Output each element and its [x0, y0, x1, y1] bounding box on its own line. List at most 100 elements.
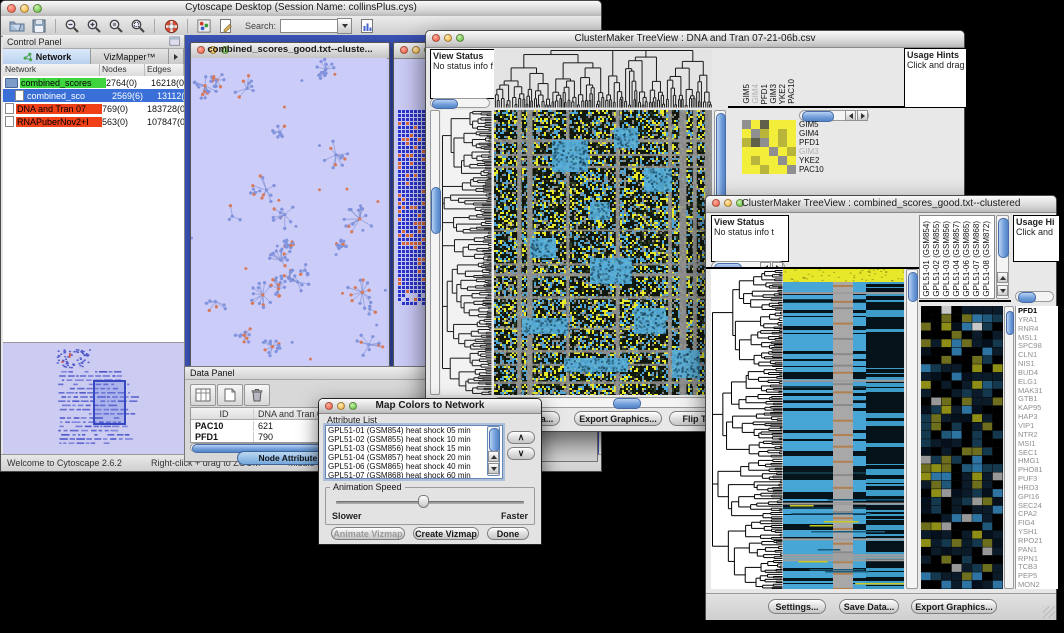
- network-list-row[interactable]: combined_sco2569(6)13112(15): [3, 89, 184, 102]
- treeview1-status-hscrollbar[interactable]: [430, 98, 490, 108]
- column-header-edges[interactable]: Edges: [145, 64, 184, 76]
- network-list-row[interactable]: combined_scores2764(0)16218(0): [3, 76, 184, 89]
- column-header-network[interactable]: Network: [3, 64, 100, 76]
- network-list-empty-area[interactable]: [3, 128, 184, 343]
- gene-list-item[interactable]: HMG1: [1018, 456, 1058, 465]
- gene-list-item[interactable]: RNR4: [1018, 324, 1058, 333]
- gene-list-item[interactable]: MSL1: [1018, 333, 1058, 342]
- gene-list-item[interactable]: SEC1: [1018, 448, 1058, 457]
- network-graph-canvas[interactable]: [191, 58, 387, 364]
- treeview2-zoom-heatmap[interactable]: [921, 306, 1003, 589]
- resize-grip[interactable]: [1043, 606, 1055, 618]
- scrollbar-thumb[interactable]: [613, 398, 641, 409]
- attribute-list-item[interactable]: GPL51-04 (GSM857) heat shock 20 min: [326, 453, 502, 462]
- animation-speed-slider[interactable]: [336, 501, 524, 504]
- scroll-down-button[interactable]: [488, 463, 499, 474]
- move-attribute-up-button[interactable]: ∧: [507, 431, 535, 444]
- attribute-list-item[interactable]: GPL51-06 (GSM865) heat shock 40 min: [326, 462, 502, 471]
- open-session-button[interactable]: [7, 17, 27, 35]
- network-list-row[interactable]: RNAPuberNov2+I563(0)107847(0): [3, 115, 184, 128]
- gene-list-item[interactable]: TCB3: [1018, 562, 1058, 571]
- network-overview-viewport[interactable]: [93, 380, 126, 425]
- create-vizmap-button[interactable]: Create Vizmap: [413, 527, 479, 540]
- zoom-fit-button[interactable]: [128, 17, 148, 35]
- gene-list-item[interactable]: MSI1: [1018, 439, 1058, 448]
- main-titlebar[interactable]: Cytoscape Desktop (Session Name: collins…: [1, 1, 601, 17]
- minimize-icon[interactable]: [412, 46, 420, 54]
- save-data-button[interactable]: Save Data...: [839, 599, 899, 614]
- tab-overflow-button[interactable]: [169, 49, 184, 64]
- gene-list-item[interactable]: RPN1: [1018, 554, 1058, 563]
- scrollbar-thumb[interactable]: [489, 428, 500, 452]
- treeview1-titlebar[interactable]: ClusterMaker TreeView : DNA and Tran 07-…: [426, 31, 964, 48]
- column-header-nodes[interactable]: Nodes: [100, 64, 145, 76]
- gene-list-item[interactable]: PEP5: [1018, 571, 1058, 580]
- search-dropdown-button[interactable]: [337, 18, 352, 34]
- treeview2-zoom-vscrollbar[interactable]: [1004, 306, 1014, 589]
- gene-list-item[interactable]: HRD3: [1018, 483, 1058, 492]
- gene-list-item[interactable]: SEC24: [1018, 501, 1058, 510]
- scrollbar-thumb[interactable]: [1006, 311, 1014, 335]
- zoom-selected-button[interactable]: [106, 17, 126, 35]
- gene-list-item[interactable]: PFD1: [1018, 306, 1058, 315]
- id-column-header[interactable]: ID: [191, 409, 254, 419]
- gene-list-item[interactable]: GTB1: [1018, 394, 1058, 403]
- animate-vizmap-button[interactable]: Animate Vizmap: [331, 527, 405, 540]
- scrollbar-thumb[interactable]: [1018, 292, 1036, 303]
- export-graphics-button[interactable]: Export Graphics...: [911, 599, 997, 614]
- scroll-up-button[interactable]: [488, 451, 499, 462]
- treeview2-gene-dendrogram[interactable]: [711, 269, 783, 589]
- treeview1-gene-dendrogram[interactable]: [441, 110, 492, 395]
- vizmapper-button[interactable]: [194, 17, 214, 35]
- treeview1-heatmap[interactable]: [494, 110, 712, 395]
- scrollbar-thumb[interactable]: [998, 218, 1009, 258]
- attribute-list-item[interactable]: GPL51-07 (GSM868) heat shock 60 min: [326, 471, 502, 479]
- annotation-button[interactable]: [216, 17, 236, 35]
- treeview2-labels-vscrollbar[interactable]: [996, 215, 1009, 299]
- attribute-list[interactable]: GPL51-01 (GSM854) heat shock 05 minGPL51…: [325, 425, 503, 479]
- scroll-up-button[interactable]: [997, 272, 1008, 283]
- move-attribute-down-button[interactable]: ∨: [507, 447, 535, 460]
- select-attributes-button[interactable]: [190, 384, 216, 406]
- gene-list-item[interactable]: BUD4: [1018, 368, 1058, 377]
- gene-list-item[interactable]: YSH1: [1018, 527, 1058, 536]
- gene-list-item[interactable]: MON2: [1018, 580, 1058, 589]
- zoom-in-button[interactable]: [84, 17, 104, 35]
- gene-list-item[interactable]: KAP95: [1018, 403, 1058, 412]
- gene-list-item[interactable]: NIS1: [1018, 359, 1058, 368]
- treeview1-tree-vscrollbar[interactable]: [430, 110, 440, 395]
- gene-list-item[interactable]: RPO21: [1018, 536, 1058, 545]
- gene-list-item[interactable]: VIP1: [1018, 421, 1058, 430]
- export-graphics-button[interactable]: Export Graphics...: [574, 411, 662, 426]
- new-attribute-button[interactable]: [217, 384, 243, 406]
- network-view-titlebar[interactable]: combined_scores_good.txt--cluste...: [191, 43, 389, 59]
- settings-button[interactable]: Settings...: [768, 599, 826, 614]
- gene-list-item[interactable]: NTR2: [1018, 430, 1058, 439]
- gene-list-item[interactable]: PUF3: [1018, 474, 1058, 483]
- gene-list-item[interactable]: GPI16: [1018, 492, 1058, 501]
- gene-list-item[interactable]: PHO81: [1018, 465, 1058, 474]
- zoom-out-button[interactable]: [62, 17, 82, 35]
- scroll-down-button[interactable]: [997, 285, 1008, 296]
- treeview2-heatmap[interactable]: [783, 269, 904, 589]
- slider-thumb[interactable]: [418, 495, 429, 508]
- gene-list-item[interactable]: PAN1: [1018, 545, 1058, 554]
- gene-list-item[interactable]: MAK31: [1018, 386, 1058, 395]
- scroll-left-button[interactable]: [845, 110, 856, 121]
- done-button[interactable]: Done: [487, 527, 529, 540]
- delete-attribute-button[interactable]: [244, 384, 270, 406]
- scrollbar-thumb[interactable]: [908, 272, 918, 302]
- treeview2-gene-list[interactable]: PFD1YRA1RNR4MSL1SPC98CLN1NIS1BUD4ELG1MAK…: [1015, 306, 1058, 589]
- scroll-right-button[interactable]: [857, 110, 868, 121]
- scrollbar-thumb[interactable]: [432, 99, 458, 109]
- search-input[interactable]: [280, 19, 338, 33]
- attribute-list-item[interactable]: GPL51-03 (GSM856) heat shock 15 min: [326, 444, 502, 453]
- gene-list-item[interactable]: CPA2: [1018, 509, 1058, 518]
- treeview1-summary-matrix[interactable]: [742, 120, 796, 174]
- close-icon[interactable]: [400, 46, 408, 54]
- gene-list-item[interactable]: HAP3: [1018, 412, 1058, 421]
- treeview1-array-dendrogram[interactable]: [494, 49, 712, 108]
- treeview2-heatmap-vscrollbar[interactable]: [906, 269, 918, 589]
- gene-list-item[interactable]: FIG4: [1018, 518, 1058, 527]
- tab-network[interactable]: Network: [3, 49, 91, 64]
